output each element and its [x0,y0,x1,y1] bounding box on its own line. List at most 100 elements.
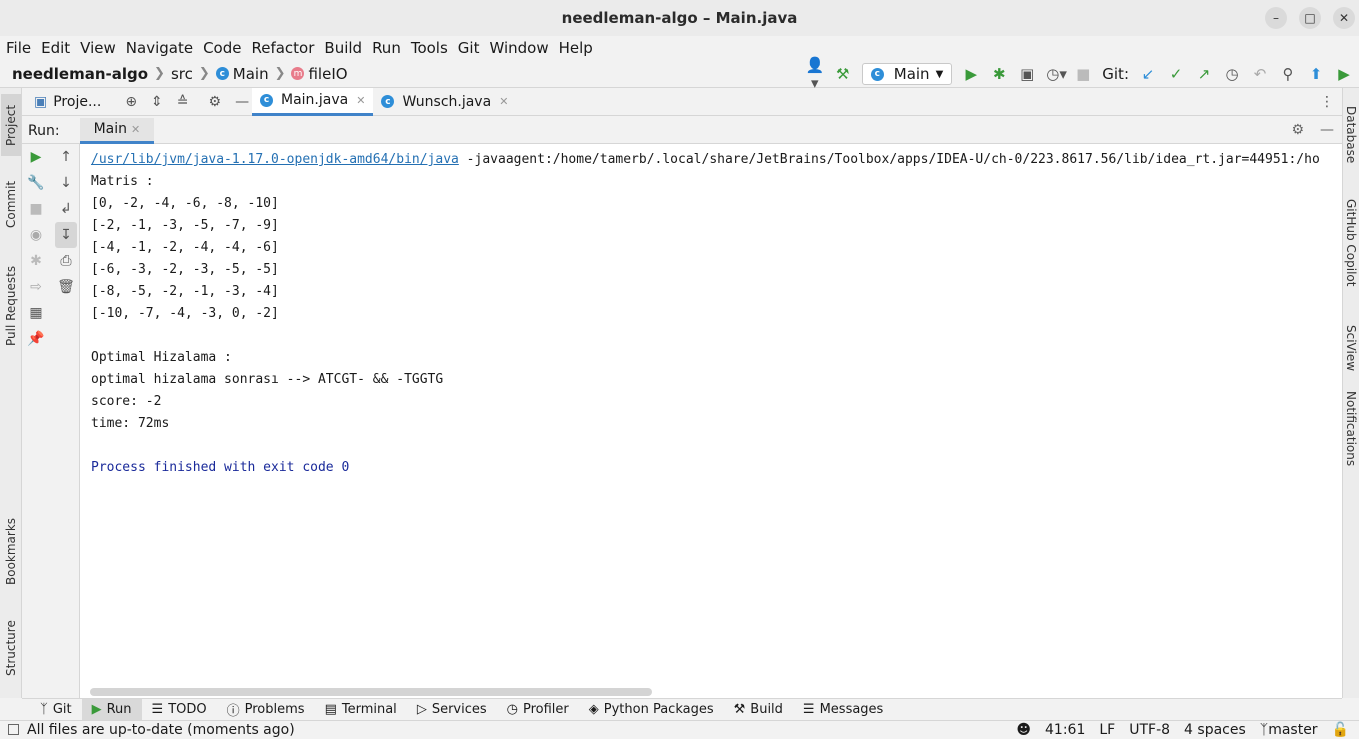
run-tab-main[interactable]: Main ✕ [79,117,155,144]
bottom-tab-services[interactable]: ▷ Services [407,699,497,721]
menu-window[interactable]: Window [489,39,548,57]
expand-all-icon[interactable]: ⇕ [151,94,163,110]
rerun-icon[interactable]: ▶ [31,144,42,170]
window-title: needleman-algo – Main.java [561,9,798,27]
bottom-tab-build[interactable]: ⚒ Build [724,699,793,721]
menu-refactor[interactable]: Refactor [251,39,314,57]
run-config-select[interactable]: c Main ▼ [861,63,953,85]
breadcrumb-method[interactable]: m fileIO [291,65,348,83]
hammer-icon[interactable]: ⚒ [834,65,852,83]
menu-navigate[interactable]: Navigate [126,39,193,57]
bottom-tab-messages[interactable]: ☰ Messages [793,699,893,721]
main-toolbar: 👤▾ ⚒ c Main ▼ ▶ ✱ ▣ ◷▾ ■ Git: ↙ ✓ ↗ ◷ ↶ … [806,56,1353,92]
git-branch[interactable]: ᛉmaster [1260,722,1318,738]
java-path-link[interactable]: /usr/lib/jvm/java-1.17.0-openjdk-amd64/b… [91,152,459,167]
close-icon[interactable]: ✕ [499,95,508,108]
close-icon[interactable]: ✕ [356,94,365,107]
close-window-button[interactable]: ✕ [1333,7,1355,29]
pin-icon[interactable]: 📌 [27,326,44,352]
coverage-icon[interactable]: ▣ [1018,65,1036,83]
bottom-tab-python-packages[interactable]: ◈ Python Packages [579,699,724,721]
menu-tools[interactable]: Tools [411,39,448,57]
tool-tab-bookmarks[interactable]: Bookmarks [1,510,21,592]
arrow-down-icon[interactable]: ↓ [60,170,72,196]
menu-edit[interactable]: Edit [41,39,70,57]
bottom-tab-problems[interactable]: ⓘ Problems [217,699,315,721]
command-args: -javaagent:/home/tamerb/.local/share/Jet… [458,152,1320,167]
chevron-right-icon: ❯ [274,66,286,81]
lock-icon[interactable]: 🔓 [1332,722,1349,738]
square-icon[interactable] [8,724,19,735]
bottom-tab-run[interactable]: ▶ Run [81,698,142,721]
print-icon[interactable]: ⎙ [60,248,71,274]
plugin-icon[interactable]: ▶ [1335,65,1353,83]
menu-file[interactable]: File [6,39,31,57]
tool-tab-commit[interactable]: Commit [1,174,21,234]
project-panel-label[interactable]: Proje... [53,94,101,110]
menu-code[interactable]: Code [203,39,241,57]
hide-icon[interactable]: — [1320,122,1334,138]
git-commit-icon[interactable]: ✓ [1167,65,1185,83]
tab-wunsch-java[interactable]: c Wunsch.java ✕ [373,88,516,116]
bottom-tab-profiler[interactable]: ◷ Profiler [497,699,579,721]
collapse-all-icon[interactable]: ≙ [177,94,189,110]
update-icon[interactable]: ⬆ [1307,65,1325,83]
tool-tab-structure[interactable]: Structure [1,610,21,686]
tool-tab-pull-requests[interactable]: Pull Requests [1,258,21,354]
breadcrumb-folder[interactable]: src [171,65,193,83]
tool-tab-github-copilot[interactable]: GitHub Copilot [1343,192,1359,294]
scroll-to-end-icon[interactable]: ↧ [55,222,77,248]
gear-icon[interactable]: ⚙ [1291,122,1304,138]
indent-setting[interactable]: 4 spaces [1184,722,1246,738]
caret-position[interactable]: 41:61 [1045,722,1085,738]
locate-icon[interactable]: ⊕ [125,94,137,110]
breadcrumb-project[interactable]: needleman-algo [12,65,148,83]
tool-tab-project[interactable]: Project [1,94,21,156]
debug-icon[interactable]: ✱ [990,65,1008,83]
rollback-icon[interactable]: ↶ [1251,65,1269,83]
history-icon[interactable]: ◷ [1223,65,1241,83]
tool-tab-sciview[interactable]: SciView [1343,318,1359,378]
hide-icon[interactable]: — [235,94,249,110]
menu-view[interactable]: View [80,39,116,57]
menu-help[interactable]: Help [559,39,593,57]
bottom-tab-todo[interactable]: ☰ TODO [142,699,217,721]
menu-git[interactable]: Git [458,39,480,57]
trash-icon[interactable]: 🗑 [57,274,75,300]
more-options-icon[interactable]: ⋮ [1320,94,1334,110]
tool-tab-notifications[interactable]: Notifications [1343,391,1359,466]
camera-icon[interactable]: ◉ [30,222,42,248]
login-icon[interactable]: ⇨ [30,274,42,300]
maximize-button[interactable]: □ [1299,7,1321,29]
tab-main-java[interactable]: c Main.java ✕ [252,87,374,116]
line-separator[interactable]: LF [1099,722,1115,738]
console-line: score: -2 [91,394,162,409]
layout-icon[interactable]: ▦ [29,300,42,326]
horizontal-scrollbar[interactable] [90,688,652,696]
wrench-icon[interactable]: 🔧 [27,170,44,196]
console-output[interactable]: /usr/lib/jvm/java-1.17.0-openjdk-amd64/b… [80,144,1342,698]
copilot-icon[interactable]: ☻ [1016,722,1031,738]
git-update-icon[interactable]: ↙ [1139,65,1157,83]
profile-icon[interactable]: ◷▾ [1046,65,1067,83]
menu-run[interactable]: Run [372,39,401,57]
soft-wrap-icon[interactable]: ↲ [60,196,72,222]
debug-disabled-icon[interactable]: ✱ [30,248,42,274]
gear-icon[interactable]: ⚙ [209,94,222,110]
stop-icon[interactable]: ■ [1074,65,1092,83]
status-message[interactable]: All files are up-to-date (moments ago) [27,722,295,738]
menu-build[interactable]: Build [324,39,362,57]
arrow-up-icon[interactable]: ↑ [60,144,72,170]
user-icon[interactable]: 👤▾ [806,56,825,92]
breadcrumb-class[interactable]: c Main [215,65,269,83]
bottom-tab-terminal[interactable]: ▤ Terminal [315,699,407,721]
stop-icon[interactable]: ■ [29,196,42,222]
minimize-button[interactable]: – [1265,7,1287,29]
file-encoding[interactable]: UTF-8 [1129,722,1170,738]
bottom-tab-git[interactable]: ᛉ Git [30,699,82,721]
git-push-icon[interactable]: ↗ [1195,65,1213,83]
search-icon[interactable]: ⚲ [1279,65,1297,83]
close-icon[interactable]: ✕ [131,123,140,136]
tool-tab-database[interactable]: Database [1343,102,1359,168]
run-icon[interactable]: ▶ [962,65,980,83]
